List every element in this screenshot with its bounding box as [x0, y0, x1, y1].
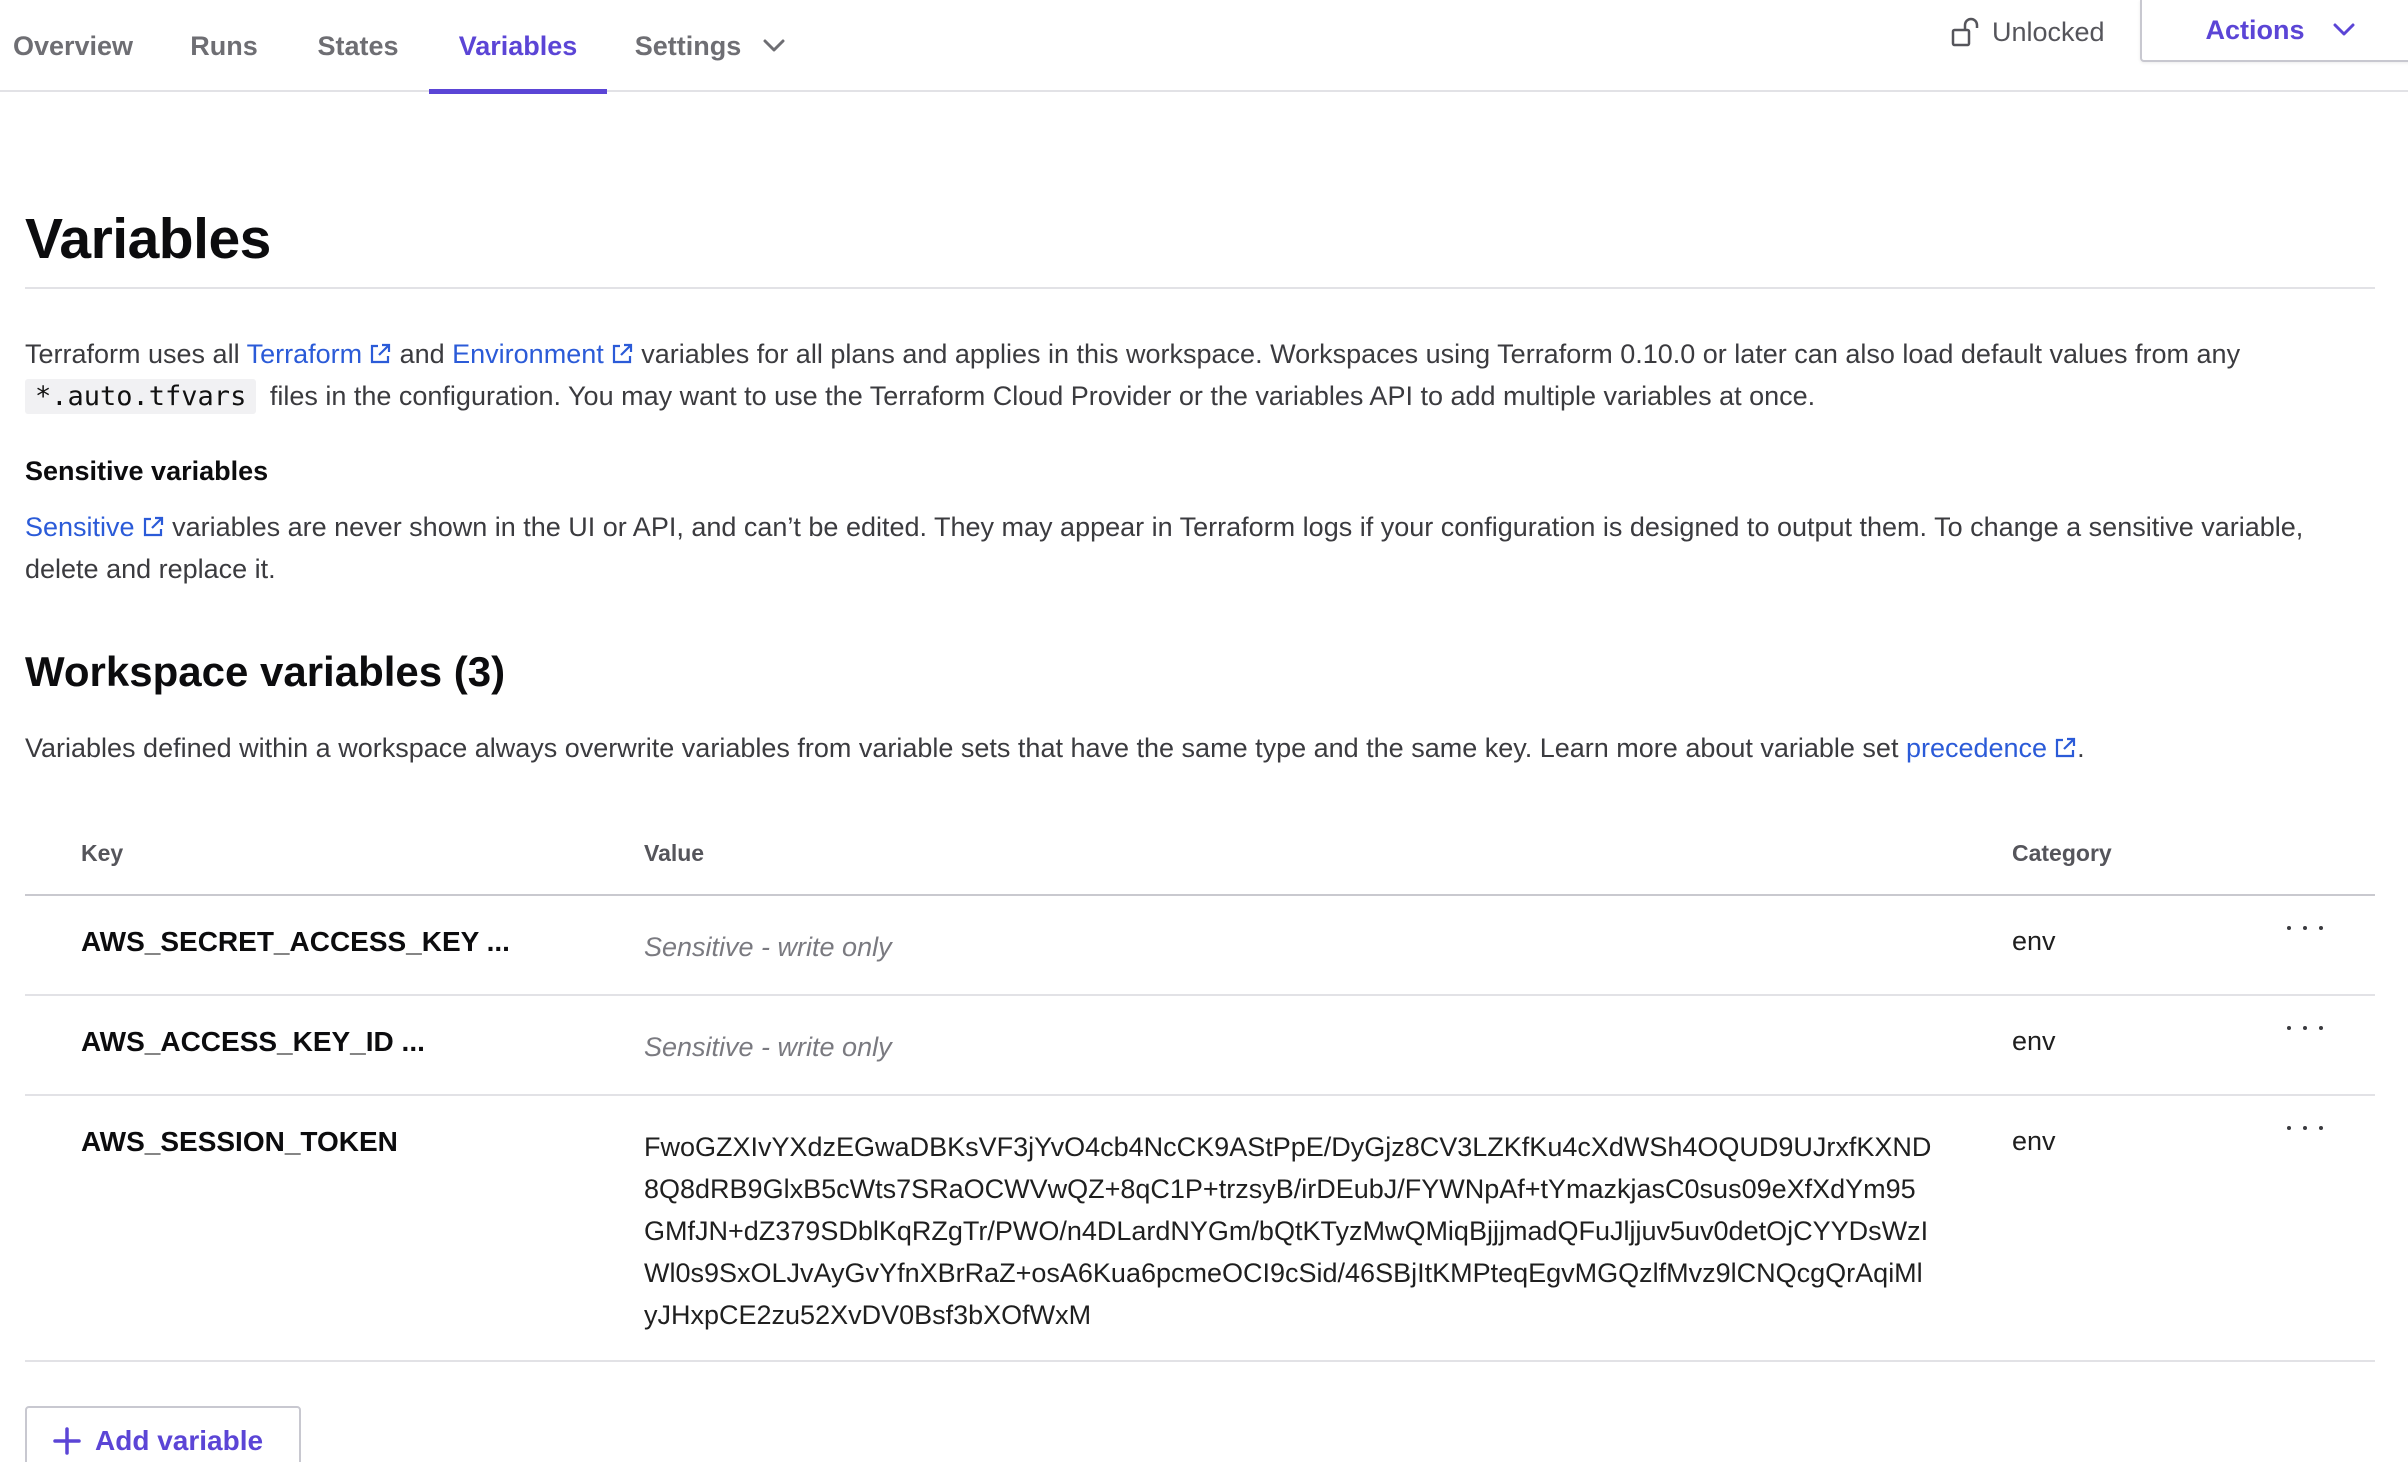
external-link-icon [143, 516, 163, 537]
workspace-nav: Overview Runs States Variables Settings … [0, 0, 2408, 94]
intro-paragraph: Terraform uses all Terraform and Environ… [25, 333, 2375, 418]
unlock-icon [1950, 17, 1980, 47]
sensitive-heading: Sensitive variables [25, 456, 269, 486]
external-link-icon [370, 343, 391, 364]
workspace-text-end: . [2077, 733, 2085, 763]
workspace-text: Variables defined within a workspace alw… [25, 733, 1906, 763]
lock-status[interactable]: Unlocked [1950, 14, 2105, 50]
precedence-link-label: precedence [1905, 733, 2048, 763]
variable-value: FwoGZXIvYXdzEGwaDBKsVF3jYvO4cb4NcCK9AStP… [644, 1132, 1932, 1330]
sensitive-paragraph: Sensitive variables are never shown in t… [25, 506, 2375, 590]
tfvars-code: *.auto.tfvars [25, 379, 257, 414]
sensitive-docs-link[interactable]: Sensitive [25, 512, 165, 542]
sensitive-link-label: Sensitive [25, 512, 135, 542]
intro-and: and [392, 339, 453, 369]
intro-text-1: Terraform uses all [25, 339, 247, 369]
tab-states[interactable]: States [300, 0, 416, 92]
variable-category: env [2012, 926, 2056, 956]
intro-text-3: files in the configuration. You may want… [262, 381, 1816, 411]
external-link-icon [2055, 737, 2076, 758]
column-header-key: Key [81, 840, 124, 866]
page-title: Variables [25, 207, 271, 271]
actions-button[interactable]: Actions [2140, 0, 2408, 62]
tab-overview[interactable]: Overview [0, 0, 146, 92]
add-variable-label: Add variable [95, 1425, 264, 1456]
column-header-category: Category [2012, 840, 2112, 866]
environment-docs-link[interactable]: Environment [452, 339, 634, 369]
terraform-docs-link[interactable]: Terraform [247, 339, 393, 369]
workspace-paragraph: Variables defined within a workspace alw… [25, 727, 2375, 769]
row-actions-menu-icon[interactable] [2287, 1016, 2323, 1040]
table-row: AWS_SECRET_ACCESS_KEY ... Sensitive - wr… [25, 896, 2375, 996]
tab-variables[interactable]: Variables [429, 0, 607, 94]
tab-settings-label: Settings [634, 30, 742, 61]
variable-key[interactable]: AWS_SECRET_ACCESS_KEY ... [81, 926, 510, 958]
variable-key[interactable]: AWS_ACCESS_KEY_ID ... [81, 1026, 425, 1058]
table-row: AWS_ACCESS_KEY_ID ... Sensitive - write … [25, 996, 2375, 1096]
variable-value: Sensitive - write only [644, 1032, 892, 1062]
column-header-value: Value [644, 840, 705, 866]
sensitive-text: variables are never shown in the UI or A… [25, 512, 2304, 584]
plus-icon [53, 1427, 81, 1455]
chevron-down-icon [763, 39, 785, 53]
table-row: AWS_SESSION_TOKEN FwoGZXIvYXdzEGwaDBKsVF… [25, 1096, 2375, 1362]
actions-label: Actions [2205, 14, 2305, 45]
variable-key[interactable]: AWS_SESSION_TOKEN [81, 1126, 398, 1158]
variable-category: env [2012, 1126, 2056, 1156]
variable-value: Sensitive - write only [644, 932, 892, 962]
tab-runs[interactable]: Runs [176, 0, 272, 92]
row-actions-menu-icon[interactable] [2287, 916, 2323, 940]
intro-text-2: variables for all plans and applies in t… [633, 339, 2241, 369]
add-variable-button[interactable]: Add variable [25, 1406, 301, 1462]
external-link-icon [612, 343, 632, 364]
precedence-link[interactable]: precedence [1906, 733, 2077, 763]
tab-settings[interactable]: Settings [620, 0, 800, 92]
variable-category: env [2012, 1026, 2056, 1056]
title-divider [25, 287, 2375, 289]
chevron-down-icon [2333, 23, 2355, 37]
terraform-link-label: Terraform [246, 339, 363, 369]
row-actions-menu-icon[interactable] [2287, 1116, 2323, 1140]
environment-link-label: Environment [452, 339, 604, 369]
lock-status-label: Unlocked [1992, 16, 2105, 47]
workspace-variables-heading: Workspace variables (3) [25, 648, 506, 695]
